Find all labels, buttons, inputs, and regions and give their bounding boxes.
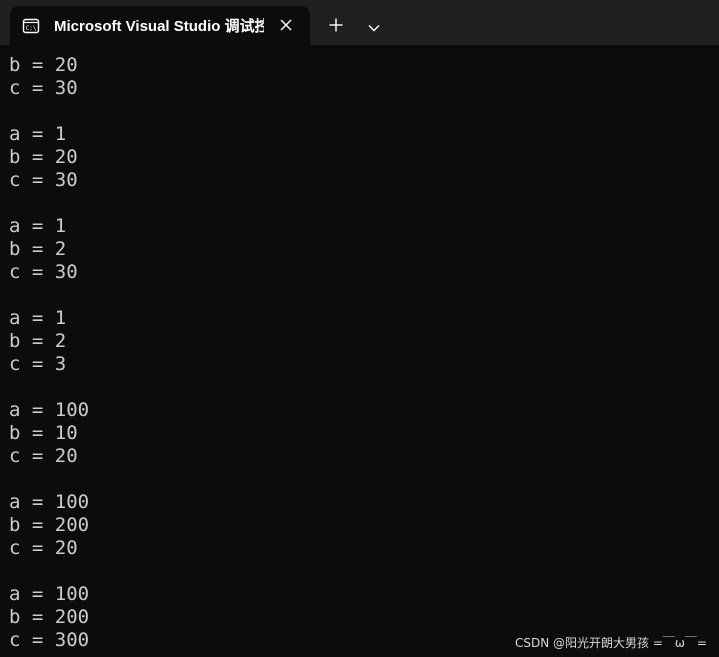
console-line: b = 20 xyxy=(9,146,78,168)
svg-text:C:\: C:\ xyxy=(26,25,37,32)
console-line: a = 1 xyxy=(9,215,67,237)
console-line: b = 2 xyxy=(9,238,67,260)
console-line: c = 300 xyxy=(9,629,90,651)
console-line: c = 30 xyxy=(9,169,78,191)
console-line: a = 1 xyxy=(9,307,67,329)
watermark: CSDN @阳光开朗大男孩 =￣ω￣= xyxy=(514,636,707,650)
terminal-icon: C:\ xyxy=(22,17,40,35)
console-line: b = 20 xyxy=(9,54,78,76)
console-line: b = 200 xyxy=(9,514,90,536)
console-line: a = 1 xyxy=(9,123,67,145)
console-line: a = 100 xyxy=(9,399,90,421)
close-icon[interactable] xyxy=(278,17,294,33)
console-line: b = 200 xyxy=(9,606,90,628)
console-line: c = 20 xyxy=(9,445,78,467)
tab-debug-console[interactable]: C:\ Microsoft Visual Studio 调试控制台 xyxy=(10,6,310,45)
console-line: a = 100 xyxy=(9,491,90,513)
title-bar: C:\ Microsoft Visual Studio 调试控制台 xyxy=(0,0,719,45)
new-tab-button[interactable] xyxy=(322,12,350,40)
console-line: b = 2 xyxy=(9,330,67,352)
console-output: b = 20 c = 30 a = 1b = 20 c = 30 a = 1b = 2c… xyxy=(9,54,89,652)
plus-icon xyxy=(329,17,343,36)
tab-title: Microsoft Visual Studio 调试控制台 xyxy=(54,18,264,35)
console-line: c = 30 xyxy=(9,261,78,283)
tab-dropdown-button[interactable] xyxy=(360,12,388,40)
console-line: c = 20 xyxy=(9,537,78,559)
console-line: c = 30 xyxy=(9,77,78,99)
console-line: c = 3 xyxy=(9,353,67,375)
console-line: a = 100 xyxy=(9,583,90,605)
console-line: b = 10 xyxy=(9,422,78,444)
chevron-down-icon xyxy=(368,17,380,36)
